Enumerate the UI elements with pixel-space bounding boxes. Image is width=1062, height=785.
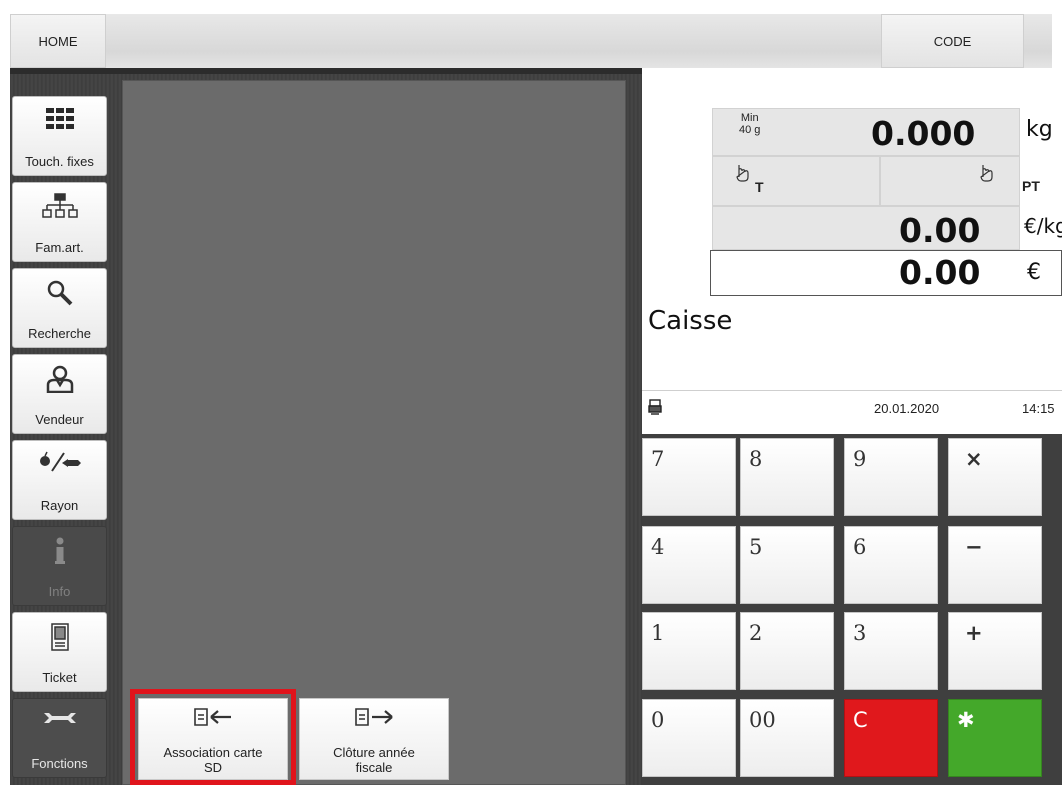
min-value: 40 g [739,124,761,136]
salesperson-icon [13,365,106,393]
printer-icon [648,399,662,420]
tare-label: T [755,179,764,195]
nav-recherche[interactable]: Recherche [12,268,107,348]
weight-display: Min 40 g 0.000 [712,108,1020,156]
info-icon [13,537,106,565]
key-7[interactable]: 7 [642,438,736,516]
weight-unit: kg [1026,117,1053,142]
key-8[interactable]: 8 [740,438,834,516]
article-panel [122,80,626,785]
nav-label: Rayon [40,498,79,513]
home-button[interactable]: HOME [10,14,106,68]
key-clear[interactable]: C [844,699,938,777]
price-per-kg-display: 0.00 [712,206,1020,250]
preset-tare-label: PT [1022,178,1040,194]
nav-label: Fam.art. [35,240,84,255]
nav-label: Vendeur [35,412,84,427]
key-4[interactable]: 4 [642,526,736,604]
min-weight-indicator: Min 40 g [739,112,760,136]
total-display: 0.00 € [710,250,1062,296]
nav-label: Recherche [28,326,91,341]
code-button[interactable]: CODE [881,14,1024,68]
card-export-icon [300,707,448,727]
price-per-kg-unit: €/kg [1024,214,1062,238]
nav-label: Ticket [42,670,77,685]
price-per-kg-value: 0.00 [899,211,981,250]
key-1[interactable]: 1 [642,612,736,690]
key-0[interactable]: 0 [642,699,736,777]
wrench-icon [13,709,106,727]
nav-rayon[interactable]: Rayon [12,440,107,520]
highlight-frame [130,689,296,785]
button-label-line2: fiscale [355,760,393,775]
top-divider [10,68,642,74]
key-2[interactable]: 2 [740,612,834,690]
grid-icon [13,107,106,131]
preset-tare-field[interactable] [880,156,1020,206]
key-plus[interactable]: + [948,612,1042,690]
nav-fam-art[interactable]: Fam.art. [12,182,107,262]
key-multiply[interactable]: × [948,438,1042,516]
nav-label: Info [48,584,71,599]
weight-value: 0.000 [871,114,976,153]
preset-tare-hand-icon [979,163,1009,196]
nav-label: Touch. fixes [25,154,94,169]
tare-field[interactable]: T [712,156,880,206]
nav-vendeur[interactable]: Vendeur [12,354,107,434]
cloture-annee-fiscale-button[interactable]: Clôture année fiscale [299,698,449,780]
nav-label: Fonctions [31,756,88,771]
hierarchy-icon [13,193,106,219]
key-minus[interactable]: − [948,526,1042,604]
key-3[interactable]: 3 [844,612,938,690]
key-enter[interactable]: ✱ [948,699,1042,777]
total-unit: € [1027,260,1041,285]
status-bar: 20.01.2020 14:15 [642,390,1062,434]
department-icon [13,451,106,473]
magnifier-icon [13,279,106,307]
nav-touches-fixes[interactable]: Touch. fixes [12,96,107,176]
receipt-icon [13,623,106,651]
status-date: 20.01.2020 [874,401,940,416]
nav-fonctions[interactable]: Fonctions [12,698,107,778]
button-label-line1: Clôture année [333,745,415,760]
nav-ticket[interactable]: Ticket [12,612,107,692]
total-value: 0.00 [899,253,981,292]
nav-info[interactable]: Info [12,526,107,606]
min-label: Min [740,112,759,124]
status-time: 14:15 [1022,401,1055,416]
key-9[interactable]: 9 [844,438,938,516]
key-6[interactable]: 6 [844,526,938,604]
mode-label: Caisse [648,306,733,336]
key-00[interactable]: 00 [740,699,834,777]
key-5[interactable]: 5 [740,526,834,604]
